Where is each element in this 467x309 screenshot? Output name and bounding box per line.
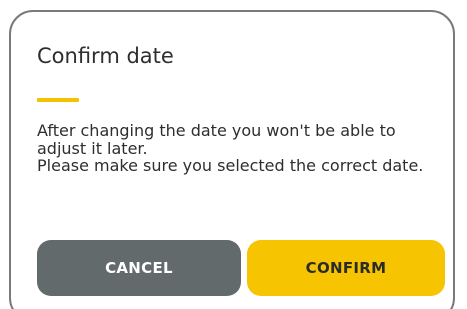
message-line: Please make sure you selected the correc… bbox=[37, 156, 424, 175]
title-accent-bar bbox=[37, 98, 79, 102]
cancel-button[interactable]: CANCEL bbox=[37, 240, 241, 296]
confirm-date-dialog: Confirm date After changing the date you… bbox=[9, 10, 455, 309]
dialog-title: Confirm date bbox=[37, 44, 174, 68]
confirm-button[interactable]: CONFIRM bbox=[247, 240, 445, 296]
dialog-message: After changing the date you won't be abl… bbox=[37, 122, 437, 175]
message-line: After changing the date you won't be abl… bbox=[37, 121, 396, 158]
